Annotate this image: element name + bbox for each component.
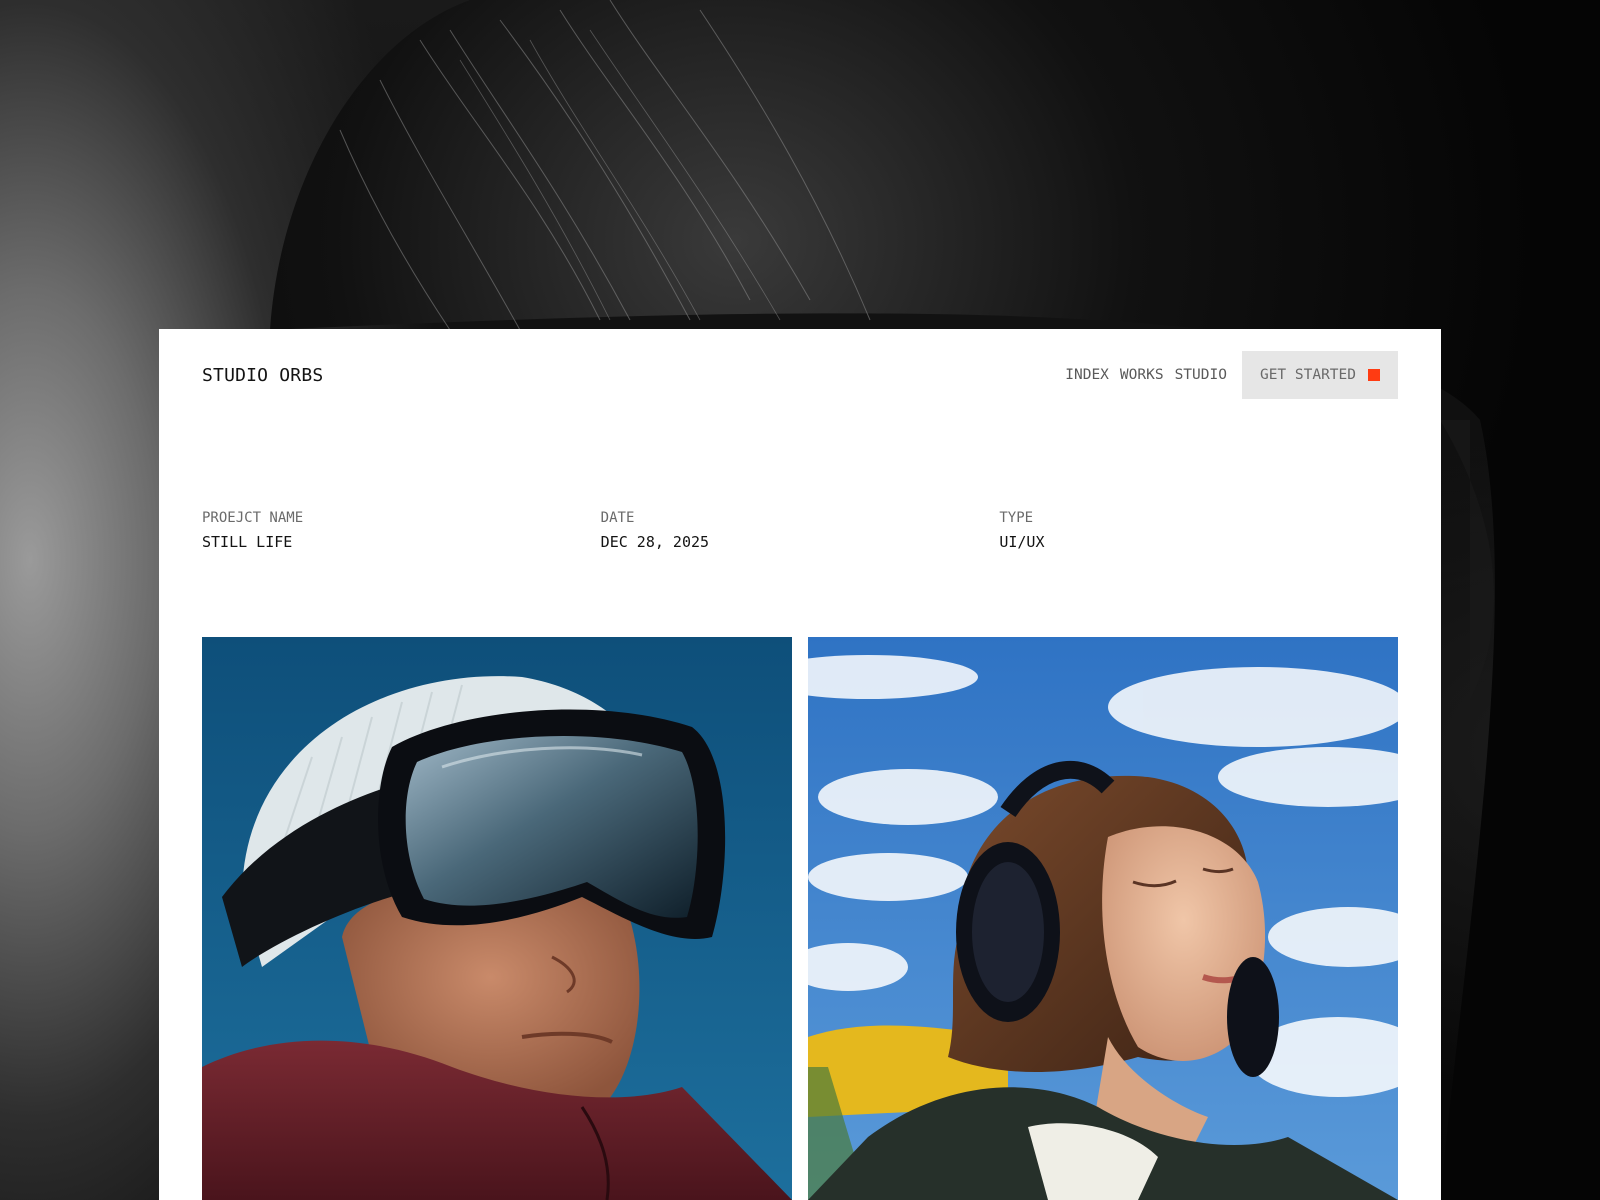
get-started-label: GET STARTED <box>1259 367 1356 383</box>
image-gallery <box>202 637 1398 1200</box>
meta-label: DATE <box>600 510 635 526</box>
meta-value: DEC 28, 2025 <box>600 533 710 551</box>
skier-goggles-photo-icon <box>202 637 792 1200</box>
meta-label: TYPE <box>999 510 1034 526</box>
headphones-portrait-photo-icon <box>808 637 1398 1200</box>
nav-right-group: INDEX WORKS STUDIO GET STARTED <box>1065 351 1398 399</box>
gallery-image-headphones[interactable] <box>808 637 1398 1200</box>
meta-value: STILL LIFE <box>202 533 293 551</box>
nav-link-index[interactable]: INDEX <box>1065 367 1109 383</box>
nav-link-studio[interactable]: STUDIO <box>1175 367 1227 383</box>
get-started-button[interactable]: GET STARTED <box>1241 351 1398 399</box>
project-meta: PROEJCT NAME STILL LIFE DATE DEC 28, 202… <box>202 509 1398 552</box>
meta-date: DATE DEC 28, 2025 <box>601 509 1000 552</box>
website-card: STUDIO ORBS INDEX WORKS STUDIO GET START… <box>159 329 1441 1200</box>
meta-project-name: PROEJCT NAME STILL LIFE <box>202 509 601 552</box>
brand-logo[interactable]: STUDIO ORBS <box>202 365 323 386</box>
top-navigation: STUDIO ORBS INDEX WORKS STUDIO GET START… <box>202 351 1398 399</box>
meta-type: TYPE UI/UX <box>999 509 1398 552</box>
gallery-image-skier[interactable] <box>202 637 792 1200</box>
meta-label: PROEJCT NAME <box>202 510 304 526</box>
nav-links: INDEX WORKS STUDIO <box>1065 367 1227 383</box>
orange-square-icon <box>1368 369 1380 381</box>
nav-link-works[interactable]: WORKS <box>1120 367 1164 383</box>
meta-value: UI/UX <box>999 533 1045 551</box>
